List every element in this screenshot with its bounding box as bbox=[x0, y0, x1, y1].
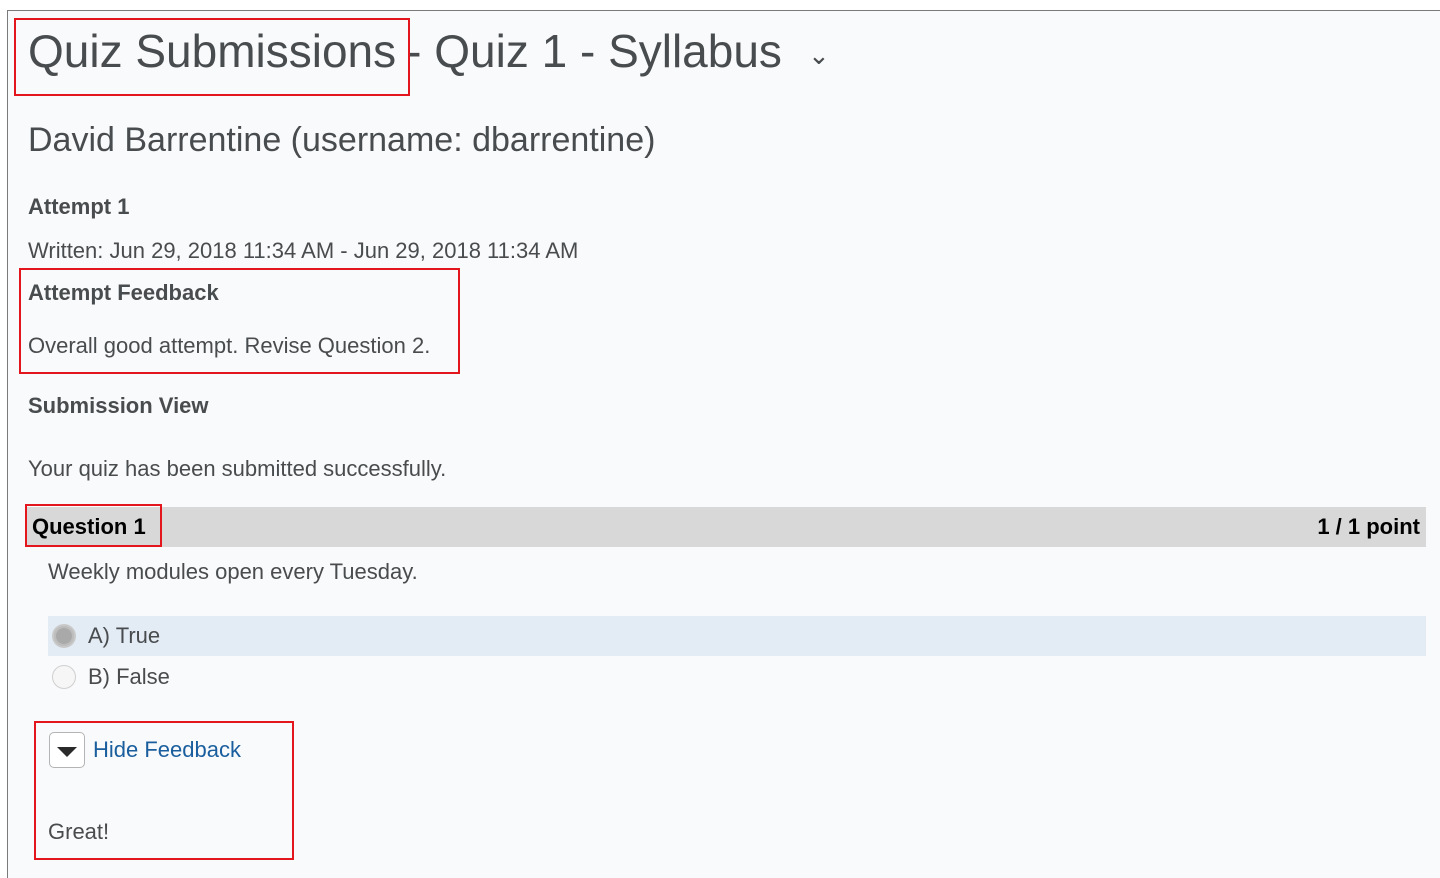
answer-option-label: A) True bbox=[88, 623, 161, 648]
question-header-bar bbox=[25, 507, 1426, 547]
attempt-feedback-text: Overall good attempt. Revise Question 2. bbox=[28, 333, 431, 358]
caret-down-icon bbox=[57, 746, 77, 757]
radio-selected-icon bbox=[52, 624, 76, 648]
page-title-main: Quiz Submissions bbox=[28, 25, 397, 77]
answer-option-a: A) True bbox=[48, 616, 1426, 656]
attempt-label: Attempt 1 bbox=[28, 194, 130, 219]
answer-option-b: B) False bbox=[48, 657, 1426, 697]
submission-message: Your quiz has been submitted successfull… bbox=[28, 456, 447, 481]
hide-feedback-toggle[interactable]: Hide Feedback bbox=[49, 732, 241, 768]
submission-view-heading: Submission View bbox=[28, 393, 209, 418]
question-text: Weekly modules open every Tuesday. bbox=[48, 559, 418, 584]
chevron-down-icon[interactable]: ⌄ bbox=[808, 42, 830, 68]
attempt-written-date: Written: Jun 29, 2018 11:34 AM - Jun 29,… bbox=[28, 238, 579, 263]
page-title-quiz: - Quiz 1 - Syllabus bbox=[406, 25, 782, 77]
feedback-toggle-button[interactable] bbox=[49, 732, 85, 768]
question-label: Question 1 bbox=[32, 514, 146, 539]
quiz-submission-page: Quiz Submissions - Quiz 1 - Syllabus ⌄ D… bbox=[7, 10, 1440, 878]
question-feedback-text: Great! bbox=[48, 819, 110, 844]
radio-unselected-icon bbox=[52, 665, 76, 689]
hide-feedback-link[interactable]: Hide Feedback bbox=[93, 737, 241, 763]
student-name: David Barrentine (username: dbarrentine) bbox=[28, 121, 656, 159]
answer-option-label: B) False bbox=[88, 664, 170, 689]
page-title: Quiz Submissions - Quiz 1 - Syllabus ⌄ bbox=[28, 21, 830, 81]
attempt-feedback-heading: Attempt Feedback bbox=[28, 280, 219, 305]
question-points: 1 / 1 point bbox=[1317, 514, 1420, 539]
